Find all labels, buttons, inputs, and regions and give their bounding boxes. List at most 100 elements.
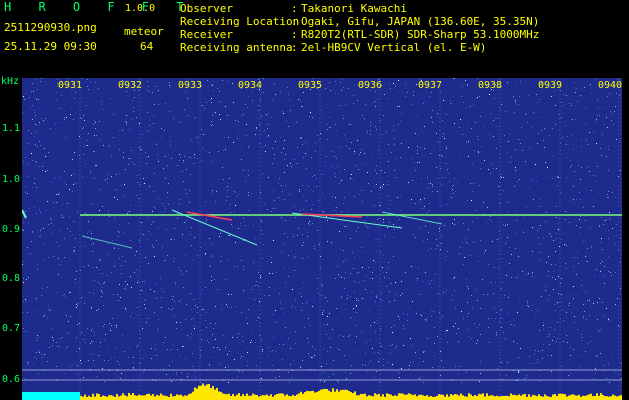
noise-speckle bbox=[580, 179, 581, 180]
noise-speckle bbox=[504, 295, 505, 296]
noise-speckle bbox=[551, 355, 552, 356]
noise-speckle bbox=[76, 337, 77, 338]
noise-speckle bbox=[311, 357, 312, 358]
noise-speckle bbox=[125, 121, 126, 122]
noise-speckle bbox=[44, 244, 45, 245]
noise-speckle bbox=[172, 299, 173, 300]
noise-speckle bbox=[84, 303, 85, 304]
noise-speckle bbox=[492, 164, 493, 165]
noise-speckle bbox=[500, 317, 501, 318]
noise-speckle bbox=[72, 191, 73, 192]
noise-speckle bbox=[578, 213, 579, 214]
antenna-label: Receiving antenna bbox=[180, 41, 293, 54]
noise-speckle bbox=[407, 320, 408, 321]
noise-speckle bbox=[271, 262, 272, 263]
noise-floor-bar bbox=[426, 395, 428, 400]
noise-speckle bbox=[212, 244, 213, 245]
noise-speckle bbox=[148, 217, 149, 218]
noise-speckle bbox=[568, 305, 569, 306]
noise-speckle bbox=[327, 129, 328, 130]
noise-speckle bbox=[123, 157, 124, 158]
noise-speckle bbox=[136, 117, 137, 118]
noise-speckle bbox=[505, 338, 506, 339]
noise-floor-bar bbox=[508, 396, 510, 400]
noise-speckle bbox=[597, 302, 598, 303]
noise-speckle bbox=[376, 165, 377, 166]
noise-speckle bbox=[322, 192, 323, 193]
noise-speckle bbox=[568, 375, 569, 376]
noise-speckle bbox=[317, 288, 318, 289]
noise-speckle bbox=[518, 378, 519, 379]
noise-speckle bbox=[453, 193, 454, 194]
noise-speckle bbox=[563, 320, 564, 321]
noise-speckle bbox=[341, 296, 342, 297]
noise-speckle bbox=[260, 371, 261, 372]
noise-speckle bbox=[74, 247, 75, 248]
noise-speckle bbox=[96, 135, 97, 136]
noise-floor-bar bbox=[402, 393, 404, 400]
noise-speckle bbox=[505, 264, 506, 265]
noise-speckle bbox=[206, 327, 207, 328]
noise-speckle bbox=[480, 168, 481, 169]
noise-floor-bar bbox=[400, 393, 402, 400]
noise-speckle bbox=[551, 371, 552, 372]
noise-speckle bbox=[571, 135, 572, 136]
noise-floor-bar bbox=[284, 395, 286, 400]
noise-speckle bbox=[309, 224, 310, 225]
noise-speckle bbox=[424, 351, 425, 352]
noise-speckle bbox=[256, 281, 257, 282]
noise-speckle bbox=[248, 170, 249, 171]
noise-speckle bbox=[467, 200, 468, 201]
noise-speckle bbox=[478, 185, 479, 186]
noise-speckle bbox=[200, 315, 201, 316]
noise-speckle bbox=[25, 157, 26, 158]
noise-speckle bbox=[222, 167, 223, 168]
noise-speckle bbox=[497, 239, 498, 240]
noise-speckle bbox=[264, 203, 265, 204]
noise-speckle bbox=[317, 230, 318, 231]
noise-speckle bbox=[543, 344, 544, 345]
noise-speckle bbox=[505, 225, 506, 226]
noise-speckle bbox=[494, 267, 495, 268]
noise-speckle bbox=[145, 299, 146, 300]
noise-speckle bbox=[217, 88, 218, 89]
noise-speckle bbox=[158, 319, 159, 320]
noise-speckle bbox=[600, 148, 601, 149]
noise-speckle bbox=[618, 176, 619, 177]
noise-speckle bbox=[62, 337, 63, 338]
noise-speckle bbox=[541, 130, 542, 131]
noise-speckle bbox=[600, 242, 601, 243]
noise-speckle bbox=[482, 162, 483, 163]
noise-speckle bbox=[48, 224, 49, 225]
noise-speckle bbox=[495, 282, 496, 283]
noise-speckle bbox=[366, 275, 367, 276]
noise-speckle bbox=[583, 207, 584, 208]
noise-speckle bbox=[176, 374, 177, 375]
noise-speckle bbox=[113, 137, 114, 138]
noise-speckle bbox=[365, 225, 366, 226]
noise-speckle bbox=[180, 270, 181, 271]
noise-speckle bbox=[358, 227, 359, 228]
noise-speckle bbox=[421, 94, 422, 95]
noise-speckle bbox=[331, 242, 332, 243]
noise-speckle bbox=[387, 267, 388, 268]
noise-speckle bbox=[262, 234, 263, 235]
noise-floor-bar bbox=[548, 396, 550, 400]
noise-speckle bbox=[93, 243, 94, 244]
noise-speckle bbox=[197, 255, 198, 256]
noise-speckle bbox=[255, 285, 256, 286]
noise-speckle bbox=[241, 115, 242, 116]
noise-speckle bbox=[181, 372, 182, 373]
noise-floor-bar bbox=[286, 394, 288, 400]
noise-speckle bbox=[586, 319, 587, 320]
noise-floor-bar bbox=[254, 394, 256, 400]
noise-speckle bbox=[117, 294, 118, 295]
noise-speckle bbox=[397, 197, 398, 198]
noise-floor-bar bbox=[500, 396, 502, 400]
noise-speckle bbox=[518, 357, 519, 358]
noise-speckle bbox=[212, 124, 213, 125]
noise-speckle bbox=[180, 157, 181, 158]
noise-speckle bbox=[337, 266, 338, 267]
noise-speckle bbox=[230, 212, 231, 213]
noise-speckle bbox=[468, 243, 469, 244]
